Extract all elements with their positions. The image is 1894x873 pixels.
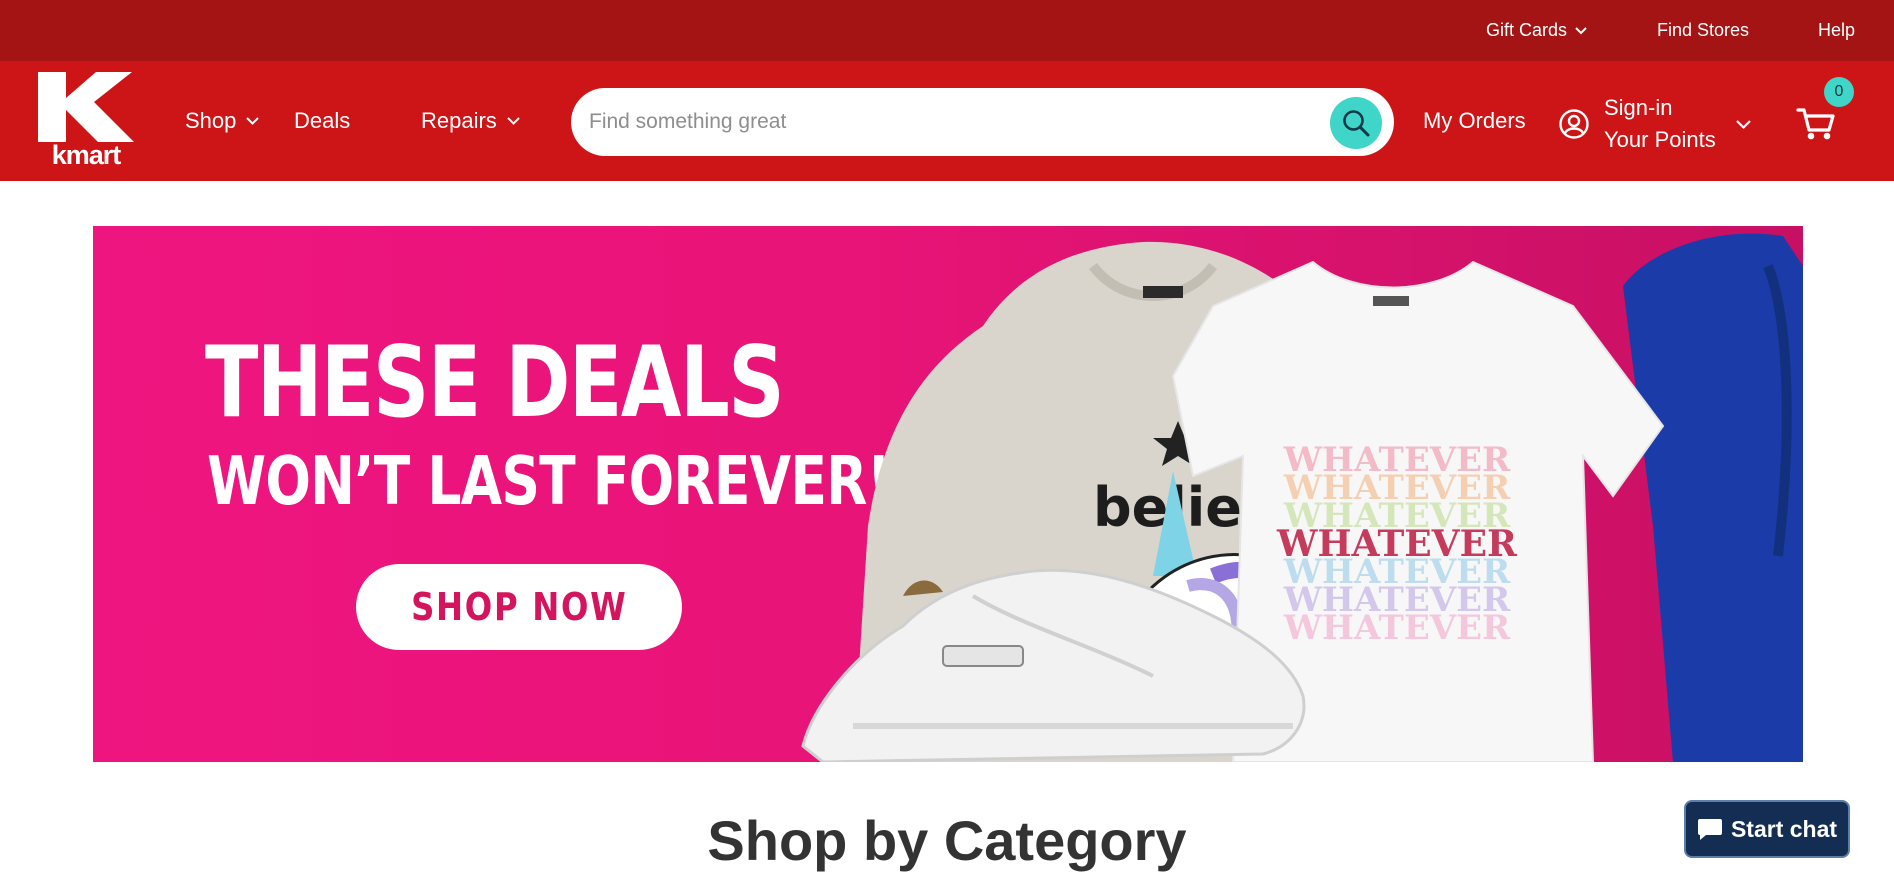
chevron-down-icon: [1575, 26, 1587, 34]
find-stores-label: Find Stores: [1657, 20, 1750, 40]
account-menu[interactable]: Sign-in Your Points: [1558, 92, 1751, 156]
chat-bubble-icon: [1697, 819, 1722, 840]
chevron-down-icon: [246, 117, 260, 125]
gift-cards-label: Gift Cards: [1486, 20, 1568, 40]
search-icon: [1343, 110, 1370, 137]
search-input[interactable]: [589, 102, 1289, 142]
nav-shop-label: Shop: [185, 108, 237, 133]
section-title: Shop by Category: [707, 809, 1187, 872]
help-link[interactable]: Help: [1818, 20, 1855, 41]
utility-bar: Gift Cards Find Stores Help: [0, 0, 1894, 61]
your-points-label: Your Points: [1604, 127, 1716, 152]
main-header: kmart Shop Deals Repairs My Orders Sign-…: [0, 61, 1894, 181]
user-circle-icon: [1559, 109, 1589, 139]
my-orders-link[interactable]: My Orders: [1423, 108, 1526, 134]
shop-now-label: SHOP NOW: [410, 585, 628, 629]
logo-text: kmart: [51, 140, 122, 170]
kmart-logo[interactable]: kmart: [38, 72, 134, 172]
hero-banner[interactable]: THESE DEALS WON’T LAST FOREVER! SHOP NOW…: [93, 226, 1803, 762]
start-chat-label: Start chat: [1730, 815, 1838, 842]
apparel-illustration: believe WHATEVER WHATEVER WHATEVER WHATE…: [801, 233, 1803, 762]
shop-now-button[interactable]: SHOP NOW: [356, 564, 682, 650]
search-button[interactable]: [1330, 97, 1382, 149]
svg-text:WHATEVER: WHATEVER: [1283, 608, 1511, 648]
find-stores-link[interactable]: Find Stores: [1657, 20, 1749, 41]
help-label: Help: [1818, 20, 1856, 40]
nav-deals-label: Deals: [294, 108, 351, 133]
hero-subheadline: WON’T LAST FOREVER!: [207, 442, 891, 520]
nav-deals[interactable]: Deals: [294, 108, 350, 134]
chevron-down-icon: [507, 117, 520, 125]
nav-repairs-label: Repairs: [421, 108, 497, 133]
hero-headline: THESE DEALS: [205, 326, 785, 440]
search-bar: [571, 88, 1394, 156]
gift-cards-link[interactable]: Gift Cards: [1486, 20, 1587, 41]
nav-shop[interactable]: Shop: [185, 108, 260, 134]
cart-count-badge: 0: [1824, 77, 1854, 107]
sign-in-label: Sign-in: [1604, 95, 1673, 120]
account-text: Sign-in Your Points: [1604, 92, 1716, 156]
start-chat-button[interactable]: Start chat: [1684, 800, 1850, 858]
nav-repairs[interactable]: Repairs: [421, 108, 520, 134]
chevron-down-icon: [1735, 119, 1751, 129]
kmart-k-icon: [38, 72, 134, 142]
whatever-graphic: WHATEVER: [1276, 523, 1518, 565]
